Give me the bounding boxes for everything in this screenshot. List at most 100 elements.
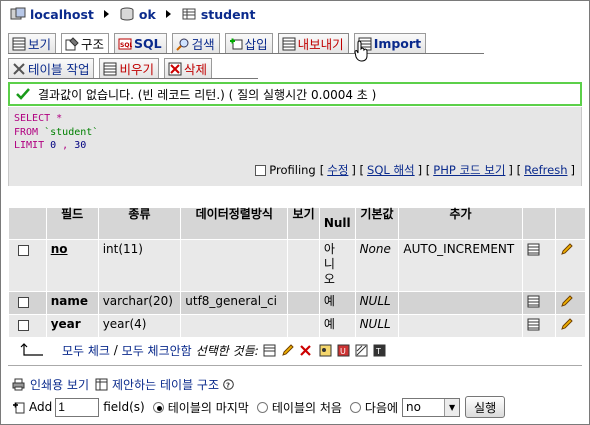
row-checkbox[interactable] <box>18 245 29 256</box>
after-field-select[interactable]: no ▼ <box>402 397 461 417</box>
success-message: 결과값이 없습니다. (빈 레코드 리턴.) ( 질의 실행시간 0.0004 … <box>8 82 582 106</box>
tab-operations[interactable]: 테이블 작업 <box>8 58 95 78</box>
pencil-icon[interactable] <box>281 343 294 357</box>
search-icon <box>175 38 189 51</box>
sql-query-code: SELECT * FROM `student` LIMIT 0 , 30 <box>14 112 98 153</box>
tab-bar-secondary: 테이블 작업 비우기 삭제 <box>8 58 217 79</box>
row-select-cell <box>9 292 46 314</box>
sql-keyword: LIMIT <box>14 140 45 151</box>
edit-action-cell <box>556 240 585 291</box>
profiling-checkbox[interactable] <box>255 164 267 176</box>
breadcrumb-server-label: localhost <box>30 6 94 22</box>
printer-icon <box>12 378 25 391</box>
breadcrumb-server[interactable]: localhost <box>10 7 94 22</box>
sql-number: 30 <box>68 140 87 151</box>
table-header-row: 필드 종류 데이터정렬방식 보기 Null 기본값 추가 <box>9 208 585 239</box>
after-label: 다음에 <box>364 400 399 415</box>
check-all-link[interactable]: 모두 체크 <box>62 342 110 359</box>
pencil-icon[interactable] <box>560 318 574 331</box>
bulk-separator: / <box>109 343 122 357</box>
tab-search-label: 검색 <box>191 37 215 52</box>
after-radio[interactable] <box>349 401 361 413</box>
sql-token: * <box>50 113 63 124</box>
go-button[interactable]: 실행 <box>465 396 506 418</box>
header-action-edit <box>556 208 585 239</box>
tab-insert[interactable]: 삽입 <box>224 33 273 53</box>
header-extra[interactable]: 추가 <box>399 208 522 239</box>
tab-bar-divider <box>8 53 484 54</box>
field-count-input[interactable] <box>55 397 100 417</box>
default-cell: None <box>355 240 399 291</box>
refresh-link[interactable]: Refresh <box>524 163 567 177</box>
collation-cell <box>181 240 288 291</box>
add-column-icon <box>13 402 25 413</box>
attributes-cell <box>288 292 319 314</box>
explain-sql-link[interactable]: SQL 해석 <box>367 162 415 178</box>
browse-icon[interactable] <box>527 243 540 256</box>
svg-text:?: ? <box>226 382 230 390</box>
browse-action-cell <box>522 315 556 337</box>
tab-empty[interactable]: 비우기 <box>99 58 159 78</box>
header-field[interactable]: 필드 <box>46 208 98 239</box>
at-beginning-radio[interactable] <box>256 401 268 413</box>
header-action-browse <box>522 208 556 239</box>
uncheck-all-link[interactable]: 모두 체크안함 <box>122 342 192 359</box>
delete-icon[interactable] <box>299 344 312 357</box>
index-icon[interactable] <box>355 344 368 357</box>
svg-text:U: U <box>340 347 346 356</box>
tab-export[interactable]: 내보내기 <box>277 33 349 53</box>
row-checkbox[interactable] <box>18 297 29 308</box>
fulltext-icon[interactable]: T <box>373 344 386 357</box>
header-select <box>9 208 46 239</box>
success-message-text: 결과값이 없습니다. (빈 레코드 리턴.) ( 질의 실행시간 0.0004 … <box>38 87 377 102</box>
browse-action-cell <box>522 240 556 291</box>
browse-icon[interactable] <box>527 318 540 331</box>
tab-sql[interactable]: SQL SQL <box>114 33 167 53</box>
php-code-link[interactable]: PHP 코드 보기 <box>433 162 505 178</box>
sql-keyword: SELECT <box>14 113 51 124</box>
edit-query-link[interactable]: 수정 <box>327 162 348 178</box>
tab-browse[interactable]: 보기 <box>8 33 57 53</box>
database-icon <box>120 7 134 21</box>
header-null[interactable]: Null <box>319 208 355 239</box>
sql-table-name: `student` <box>38 126 99 138</box>
breadcrumb-database-label: ok <box>138 6 156 22</box>
extra-cell <box>399 315 522 337</box>
tab-drop[interactable]: 삭제 <box>164 58 213 78</box>
tab-structure[interactable]: 구조 <box>61 33 110 53</box>
header-collation[interactable]: 데이터정렬방식 <box>181 208 288 239</box>
field-name-link[interactable]: no <box>51 242 68 256</box>
sql-query-box: SELECT * FROM `student` LIMIT 0 , 30 Pro… <box>8 107 582 186</box>
help-icon[interactable]: ? <box>223 379 234 390</box>
structure-icon <box>65 36 79 50</box>
unique-icon[interactable]: U <box>337 344 350 357</box>
checkmark-icon <box>16 88 30 100</box>
browse-icon[interactable] <box>527 295 540 308</box>
divider <box>8 365 582 366</box>
tab-structure-label: 구조 <box>81 37 105 52</box>
header-default[interactable]: 기본값 <box>355 208 399 239</box>
field-cell: year <box>46 315 98 337</box>
header-attributes[interactable]: 보기 <box>288 208 319 239</box>
browse-icon[interactable] <box>263 344 276 357</box>
breadcrumb-table[interactable]: student <box>181 7 255 22</box>
after-field-value: no <box>406 400 421 414</box>
print-view-link[interactable]: 인쇄용 보기 <box>30 376 89 393</box>
with-selected-label: 선택한 것들: <box>195 343 259 358</box>
tab-drop-label: 삭제 <box>184 62 208 77</box>
breadcrumb-database[interactable]: ok <box>119 7 156 22</box>
header-type[interactable]: 종류 <box>98 208 181 239</box>
primary-key-icon[interactable] <box>319 344 332 357</box>
at-end-radio[interactable] <box>152 401 164 413</box>
pencil-icon[interactable] <box>560 295 574 308</box>
profiling-label: Profiling <box>269 163 316 177</box>
export-icon <box>282 37 296 50</box>
type-cell: int(11) <box>98 240 181 291</box>
extra-cell: AUTO_INCREMENT <box>399 240 522 291</box>
propose-structure-link[interactable]: 제안하는 테이블 구조 <box>112 376 219 393</box>
row-checkbox[interactable] <box>18 320 29 331</box>
server-icon <box>10 7 26 20</box>
row-select-cell <box>9 315 46 337</box>
pencil-icon[interactable] <box>560 243 574 256</box>
tab-search[interactable]: 검색 <box>171 33 220 53</box>
